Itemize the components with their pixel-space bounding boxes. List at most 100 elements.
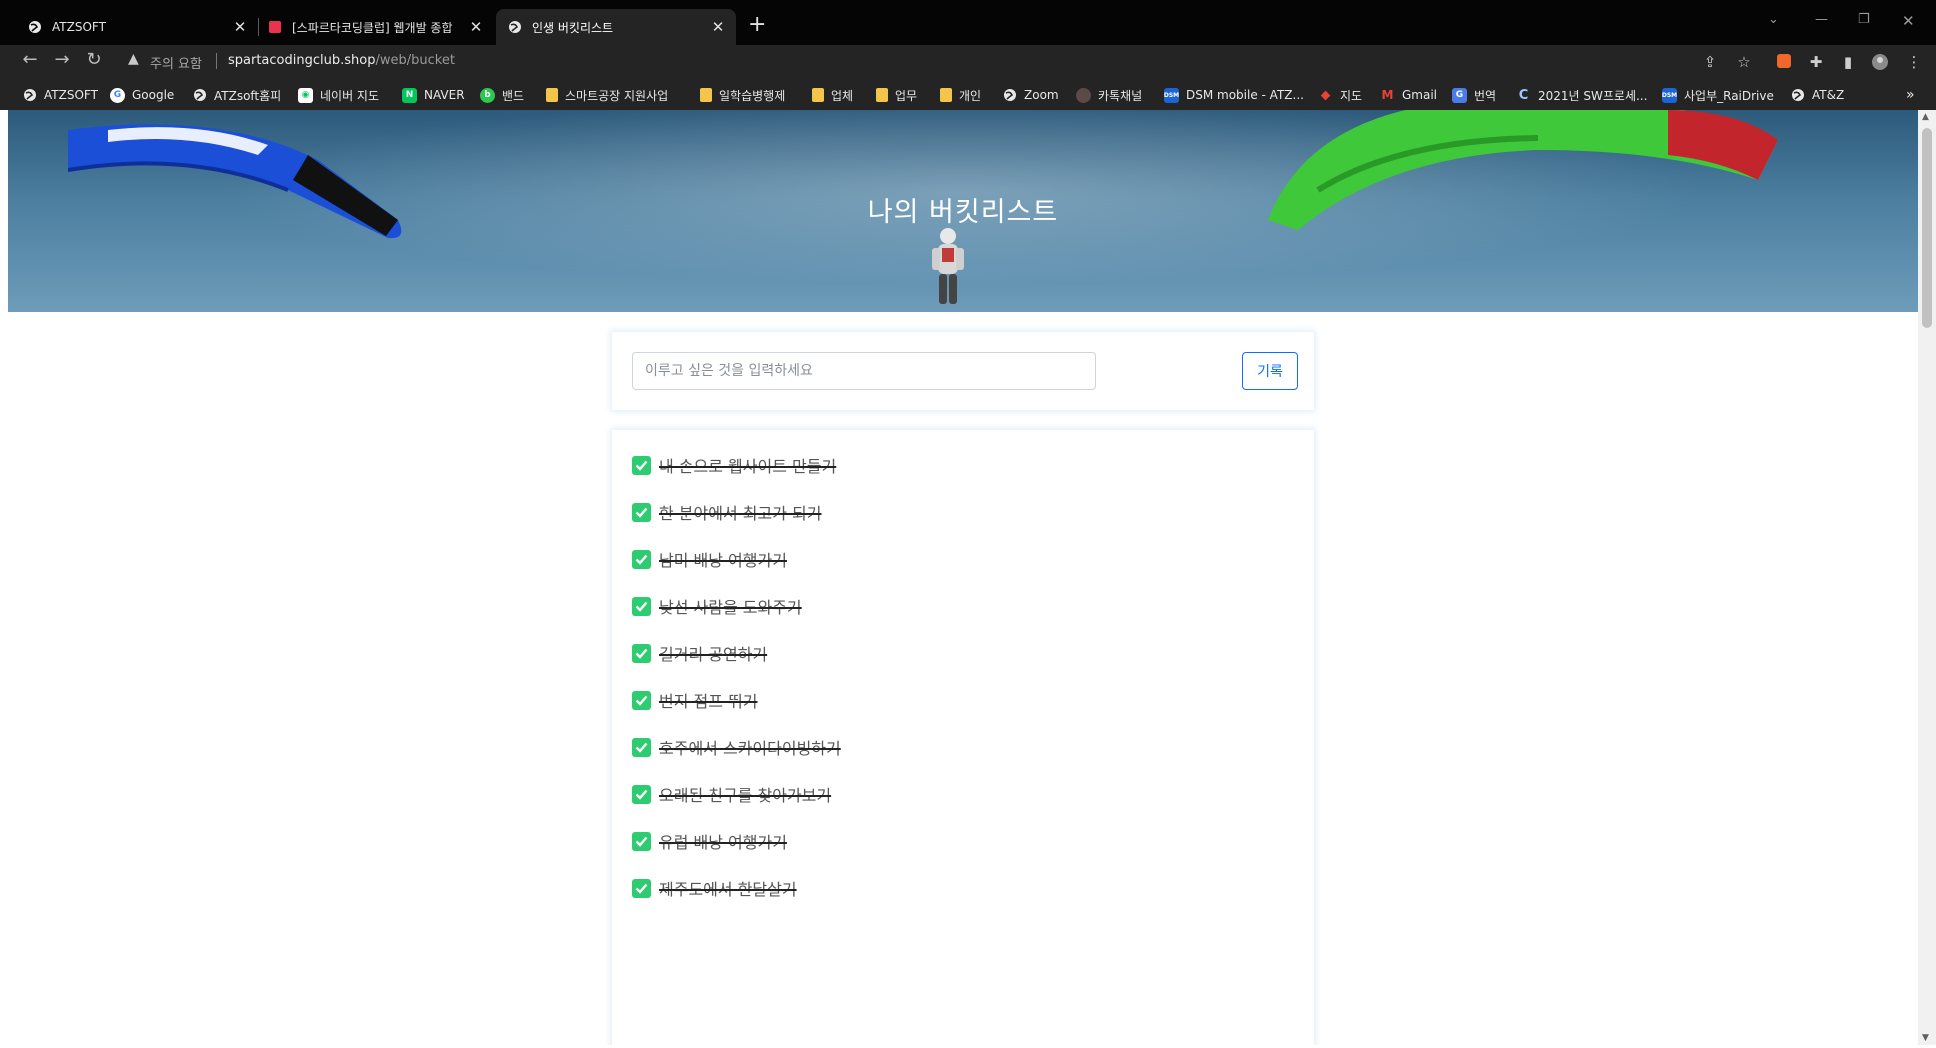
bucket-list-card: 내 손으로 웹사이트 만들기 한 분야에서 최고가 되기 남미 배낭 여행가기 …	[612, 430, 1314, 1045]
side-panel-icon[interactable]: ▮	[1838, 53, 1858, 71]
google-maps-icon: ⬥	[1320, 87, 1331, 103]
page-scrollbar[interactable]: ▲ ▼	[1918, 110, 1936, 1045]
bookmark-translate[interactable]: G 번역	[1452, 84, 1496, 106]
bucket-form-card: 기록	[612, 332, 1314, 410]
url-text[interactable]: spartacodingclub.shop/web/bucket	[228, 53, 455, 68]
bucket-item-text: 길거리 공연하기	[659, 645, 768, 664]
naver-map-icon: ◉	[298, 87, 313, 103]
folder-icon	[546, 88, 558, 102]
bookmark-folder-work-study[interactable]: 일학습병행제	[700, 84, 785, 106]
share-icon[interactable]: ⇪	[1700, 53, 1720, 71]
tab-title: [스파르타코딩클럽] 웹개발 종합	[292, 20, 453, 35]
sparta-logo-icon	[268, 20, 282, 34]
bucket-item-text: 오래된 친구를 찾아가보기	[659, 786, 832, 805]
bookmark-label: DSM mobile - ATZ...	[1186, 88, 1304, 102]
tab-title: 인생 버킷리스트	[532, 20, 614, 35]
bucket-item: 번지 점프 뛰기	[632, 687, 758, 713]
scroll-down-arrow-icon[interactable]: ▼	[1922, 1033, 1929, 1043]
tab-search-icon[interactable]: ⌄	[1768, 12, 1779, 27]
bookmark-zoom[interactable]: Zoom	[1002, 84, 1059, 106]
reload-button[interactable]: ↻	[82, 48, 106, 72]
bookmark-gmail[interactable]: M Gmail	[1380, 84, 1438, 106]
profile-avatar-icon[interactable]	[1870, 53, 1890, 75]
bucket-item: 오래된 친구를 찾아가보기	[632, 781, 831, 807]
bookmark-atzsoft-home[interactable]: ATZsoft홈피	[192, 84, 281, 106]
warning-icon[interactable]: ▲	[128, 51, 139, 67]
globe-icon	[1790, 88, 1805, 103]
dsm-icon: DSM	[1164, 87, 1179, 103]
bucket-item: 유럽 배낭 여행가기	[632, 828, 787, 854]
scrollbar-thumb[interactable]	[1922, 128, 1932, 328]
bookmark-folder-smartfactory[interactable]: 스마트공장 지원사업	[546, 84, 668, 106]
bucket-item-text: 남미 배낭 여행가기	[659, 551, 787, 570]
bookmark-folder-companies[interactable]: 업체	[812, 84, 853, 106]
globe-icon	[28, 20, 42, 34]
bucket-input[interactable]	[632, 352, 1096, 390]
check-icon	[632, 784, 651, 804]
bookmark-label: 일학습병행제	[719, 88, 786, 103]
bookmark-dsm-mobile[interactable]: DSM DSM mobile - ATZ...	[1164, 84, 1304, 106]
bucket-item-text: 한 분야에서 최고가 되기	[659, 504, 822, 523]
bookmark-label: 사업부_RaiDrive	[1684, 88, 1774, 103]
check-icon	[632, 549, 651, 569]
bookmark-atz[interactable]: AT&Z	[1790, 84, 1844, 106]
bucket-item-text: 번지 점프 뛰기	[659, 692, 758, 711]
naver-icon: N	[402, 87, 417, 103]
bucket-item: 호주에서 스카이다이빙하기	[632, 734, 841, 760]
restore-button[interactable]: ❐	[1858, 12, 1870, 27]
close-tab-icon[interactable]: ✕	[710, 18, 726, 36]
c-icon: C	[1518, 87, 1529, 103]
bookmark-label: ATZsoft홈피	[214, 88, 282, 103]
back-button[interactable]: ←	[18, 48, 42, 72]
scroll-up-arrow-icon[interactable]: ▲	[1922, 112, 1929, 122]
check-icon	[632, 737, 651, 757]
tab-atzsoft[interactable]: ATZSOFT ✕	[0, 9, 258, 45]
extensions-puzzle-icon[interactable]: ✚	[1806, 53, 1826, 71]
bucket-item: 내 손으로 웹사이트 만들기	[632, 452, 836, 478]
menu-dots-icon[interactable]: ⋮	[1904, 53, 1924, 71]
security-label: 주의 요함	[150, 57, 202, 72]
bookmark-folder-business[interactable]: 업무	[876, 84, 917, 106]
check-icon	[632, 831, 651, 851]
bookmark-maps[interactable]: ⬥ 지도	[1318, 84, 1362, 106]
address-divider	[216, 53, 217, 69]
bookmark-label: 개인	[959, 88, 982, 103]
tab-spartacoding[interactable]: [스파르타코딩클럽] 웹개발 종합 ✕	[258, 9, 494, 45]
new-tab-button[interactable]: +	[748, 12, 768, 38]
bucket-item: 길거리 공연하기	[632, 640, 767, 666]
bookmark-atzsoft[interactable]: ATZSOFT	[22, 84, 98, 106]
folder-icon	[940, 88, 952, 102]
bookmark-folder-personal[interactable]: 개인	[940, 84, 981, 106]
bookmark-label: 번역	[1474, 88, 1497, 103]
overflow-label: »	[1906, 87, 1915, 103]
bookmark-label: AT&Z	[1812, 88, 1845, 102]
skydiver-image	[932, 228, 964, 304]
bookmark-label: 업무	[895, 88, 918, 103]
bookmark-raidrive[interactable]: DSM 사업부_RaiDrive	[1662, 84, 1774, 106]
url-host: spartacodingclub.shop	[228, 53, 376, 68]
bookmark-sw-process[interactable]: C 2021년 SW프로세...	[1516, 84, 1648, 106]
bucket-item-text: 호주에서 스카이다이빙하기	[659, 739, 841, 758]
bookmark-label: ATZSOFT	[44, 88, 98, 102]
bookmark-kakao-channel[interactable]: 카톡채널	[1076, 84, 1142, 106]
bookmark-band[interactable]: b 밴드	[480, 84, 524, 106]
bookmark-naver-map[interactable]: ◉ 네이버 지도	[298, 84, 379, 106]
tab-title: ATZSOFT	[52, 20, 106, 34]
extension-orange-icon[interactable]	[1774, 53, 1794, 73]
tab-bucketlist[interactable]: 인생 버킷리스트 ✕	[496, 9, 736, 45]
gmail-icon: M	[1381, 88, 1394, 102]
bookmark-google[interactable]: G Google	[110, 84, 174, 106]
close-tab-icon[interactable]: ✕	[468, 18, 484, 36]
check-icon	[632, 643, 651, 663]
minimize-button[interactable]: —	[1815, 12, 1828, 27]
forward-button[interactable]: →	[50, 48, 74, 72]
bookmark-naver[interactable]: N NAVER	[402, 84, 465, 106]
address-bar[interactable]: ▲ 주의 요함 spartacodingclub.shop/web/bucket	[118, 46, 1738, 76]
bookmark-star-icon[interactable]: ☆	[1734, 53, 1754, 71]
bookmarks-overflow-button[interactable]: »	[1906, 84, 1915, 106]
bookmark-label: 업체	[831, 88, 854, 103]
close-window-button[interactable]: ✕	[1902, 12, 1915, 30]
bookmark-label: 지도	[1340, 88, 1363, 103]
close-tab-icon[interactable]: ✕	[232, 18, 248, 36]
record-button[interactable]: 기록	[1242, 352, 1298, 390]
